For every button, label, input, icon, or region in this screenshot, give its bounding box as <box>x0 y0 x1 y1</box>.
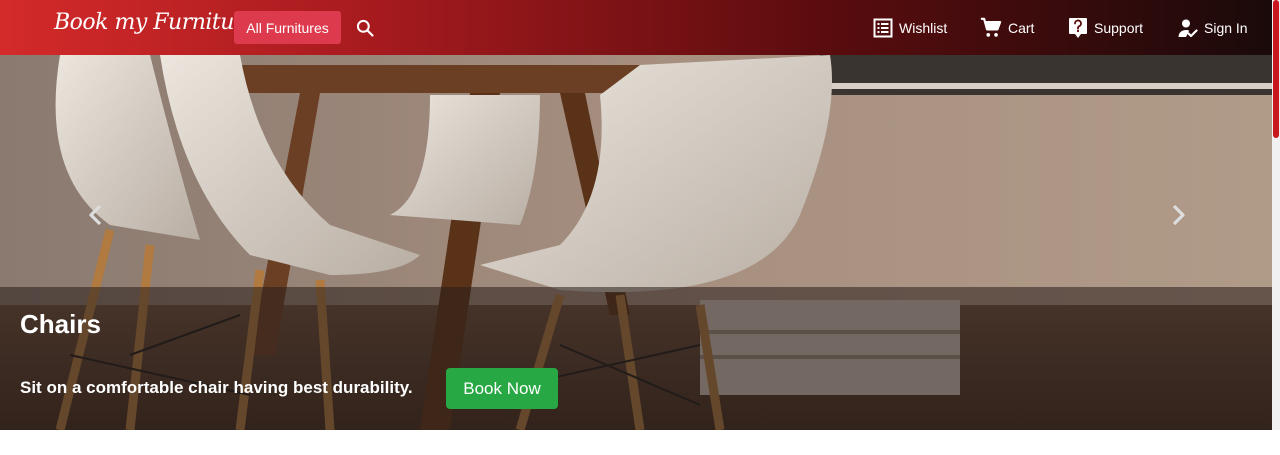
all-furnitures-button[interactable]: All Furnitures <box>234 11 341 44</box>
cart-icon <box>980 17 1002 37</box>
user-check-icon <box>1178 19 1198 38</box>
nav-cart[interactable]: Cart <box>980 17 1034 39</box>
hero-title: Chairs <box>20 309 101 339</box>
scrollbar-thumb[interactable] <box>1273 0 1279 138</box>
nav-wishlist-label: Wishlist <box>899 20 948 36</box>
book-now-button[interactable]: Book Now <box>446 368 558 409</box>
hero-caption: Chairs Sit on a comfortable chair having… <box>0 287 1272 430</box>
chevron-left-icon[interactable] <box>84 203 108 227</box>
chevron-right-icon[interactable] <box>1166 203 1190 227</box>
hero-description: Sit on a comfortable chair having best d… <box>20 378 413 397</box>
nav-signin[interactable]: Sign In <box>1178 17 1248 39</box>
list-icon <box>873 18 893 38</box>
nav-wishlist[interactable]: Wishlist <box>873 17 947 39</box>
brand-logo[interactable]: Book my Furniture <box>54 10 257 35</box>
help-icon <box>1069 18 1087 38</box>
nav-support-label: Support <box>1094 20 1144 36</box>
nav-cart-label: Cart <box>1008 20 1035 36</box>
search-icon[interactable] <box>355 18 375 38</box>
nav-support[interactable]: Support <box>1068 17 1143 39</box>
hero-carousel: Chairs Sit on a comfortable chair having… <box>0 55 1272 430</box>
navbar: Book my Furniture All Furnitures Wishlis… <box>0 0 1272 55</box>
nav-signin-label: Sign In <box>1204 20 1248 36</box>
